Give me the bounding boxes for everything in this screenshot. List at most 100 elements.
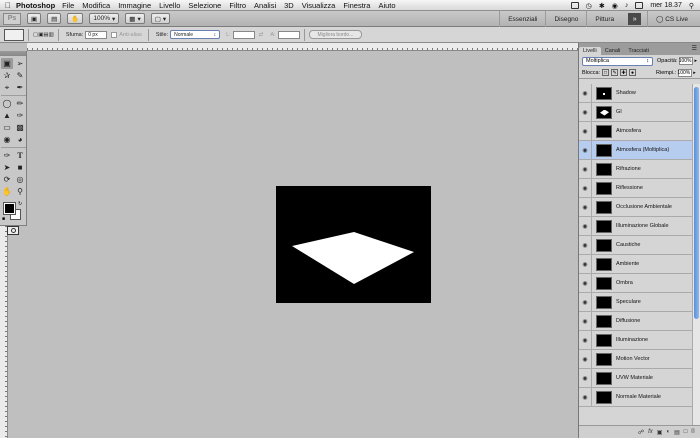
tab-canali[interactable]: Canali [601,47,625,55]
layer-thumbnail[interactable] [596,295,612,309]
brush-tool-icon[interactable]: ✏ [14,98,26,109]
visibility-eye-icon[interactable]: ◉ [579,235,592,255]
crop-tool-icon[interactable]: ⌖ [1,82,13,93]
swap-colors-icon[interactable]: ↻ [18,201,22,207]
visibility-eye-icon[interactable]: ◉ [579,197,592,217]
layer-name[interactable]: Riflessione [616,185,643,191]
tab-livelli[interactable]: Livelli [579,47,601,55]
spotlight-icon[interactable]: ⚲ [689,2,694,10]
visibility-eye-icon[interactable]: ◉ [579,368,592,388]
zoom-level-select[interactable]: 100% ▾ [89,13,120,24]
tab-tracciati[interactable]: Tracciati [624,47,653,55]
layer-thumbnail[interactable] [596,86,612,100]
menu-visualizza[interactable]: Visualizza [302,1,336,10]
layer-thumbnail[interactable] [596,219,612,233]
layer-row[interactable]: ◉ Occlusione Ambientale [579,197,693,217]
default-colors-icon[interactable]: ■ [2,216,5,222]
fill-arrow-icon[interactable]: ▸ [693,70,696,76]
layer-thumbnail[interactable] [596,105,612,119]
folder-icon[interactable]: ▤ [674,429,680,436]
visibility-eye-icon[interactable]: ◉ [579,102,592,122]
fill-input[interactable]: 100% [677,68,693,77]
fx-icon[interactable]: fx [648,429,653,435]
menu-finestra[interactable]: Finestra [343,1,370,10]
mask-icon[interactable]: ▣ [657,429,663,436]
type-tool-icon[interactable]: T [14,150,26,161]
blur-tool-icon[interactable]: ◉ [1,134,13,145]
layer-row[interactable]: ◉ Atmosfera [579,121,693,141]
layer-name[interactable]: Shadow [616,90,636,96]
history-brush-tool-icon[interactable]: ✑ [14,110,26,121]
gradient-tool-icon[interactable]: ▩ [14,122,26,133]
lock-image-icon[interactable]: ✎ [611,69,619,76]
feather-input[interactable]: 0 px [85,30,108,39]
menu-app-name[interactable]: Photoshop [16,1,55,10]
layer-row[interactable]: ◉ Atmosfera (Moltiplica) [579,140,693,160]
visibility-eye-icon[interactable]: ◉ [579,311,592,331]
timemachine-icon[interactable]: ◷ [586,2,592,10]
eraser-tool-icon[interactable]: ▭ [1,122,13,133]
arrange-documents-button[interactable]: ▦ ▾ [125,13,145,24]
volume-icon[interactable]: ♪ [625,2,629,9]
quick-mask-button[interactable] [7,226,19,235]
layer-name[interactable]: Motion Vector [616,356,650,362]
layer-thumbnail[interactable] [596,276,612,290]
layer-thumbnail[interactable] [596,181,612,195]
marquee-tool-icon[interactable]: ▣ [1,58,13,69]
panel-menu-icon[interactable]: ☰ [692,45,697,52]
visibility-eye-icon[interactable]: ◉ [579,84,592,103]
menu-livello[interactable]: Livello [159,1,180,10]
menu-analisi[interactable]: Analisi [254,1,276,10]
intersect-selection-icon[interactable]: ▥ [49,32,54,38]
cs-live-button[interactable]: ◯ CS Live [647,11,696,27]
layer-name[interactable]: Caustiche [616,242,640,248]
adjustment-icon[interactable]: ◐ [666,429,670,435]
blend-mode-select[interactable]: Moltiplica ↕ [582,56,653,66]
layer-row[interactable]: ◉ Speculare [579,292,693,312]
menu-modifica[interactable]: Modifica [82,1,110,10]
layer-thumbnail[interactable] [596,314,612,328]
refine-edge-button[interactable]: Migliora bordo... [308,30,363,39]
visibility-eye-icon[interactable]: ◉ [579,159,592,179]
visibility-eye-icon[interactable]: ◉ [579,216,592,236]
menu-filtro[interactable]: Filtro [229,1,246,10]
layer-thumbnail[interactable] [596,238,612,252]
screen-mode-button[interactable]: ▢ ▾ [150,13,171,24]
bridge-button[interactable]: ▣ [27,13,42,24]
antialias-checkbox[interactable]: Anti-alias [111,31,142,38]
visibility-eye-icon[interactable]: ◉ [579,178,592,198]
menu-aiuto[interactable]: Aiuto [378,1,395,10]
shape-tool-icon[interactable]: ■ [14,162,26,173]
layer-row[interactable]: ◉ UVW Materiale [579,368,693,388]
battery-icon[interactable] [635,2,644,9]
layer-name[interactable]: Occlusione Ambientale [616,204,672,210]
tool-preset-picker[interactable] [4,28,24,41]
layer-row[interactable]: ◉ Caustiche [579,235,693,255]
view-extras-button[interactable]: ✋ [67,13,84,24]
layer-name[interactable]: Speculare [616,299,641,305]
scroll-thumb[interactable] [694,87,699,319]
layer-name[interactable]: Normale Materiale [616,394,661,400]
apple-icon[interactable]:  [0,1,16,10]
opacity-input[interactable]: 100% [679,57,694,65]
layer-name[interactable]: Atmosfera (Moltiplica) [616,147,669,153]
menu-selezione[interactable]: Selezione [188,1,221,10]
minibridge-button[interactable]: ▤ [47,13,62,24]
move-tool-icon[interactable]: ➢ [14,58,26,69]
bluetooth-icon[interactable]: ✱ [599,2,605,10]
layer-thumbnail[interactable] [596,352,612,366]
height-input[interactable] [277,30,300,39]
opacity-arrow-icon[interactable]: ▸ [694,58,697,64]
layers-scrollbar[interactable] [692,84,700,438]
wifi-icon[interactable]: ◉ [612,2,618,10]
layer-thumbnail[interactable] [596,390,612,404]
layer-thumbnail[interactable] [596,257,612,271]
document-canvas[interactable] [276,186,431,303]
pen-tool-icon[interactable]: ✑ [1,150,13,161]
layer-name[interactable]: GI [616,109,622,115]
layer-thumbnail[interactable] [596,371,612,385]
visibility-eye-icon[interactable]: ◉ [579,349,592,369]
layer-thumbnail[interactable] [596,124,612,138]
3d-orbit-tool-icon[interactable]: ◎ [14,174,26,185]
healing-brush-tool-icon[interactable]: ◯ [1,98,13,109]
